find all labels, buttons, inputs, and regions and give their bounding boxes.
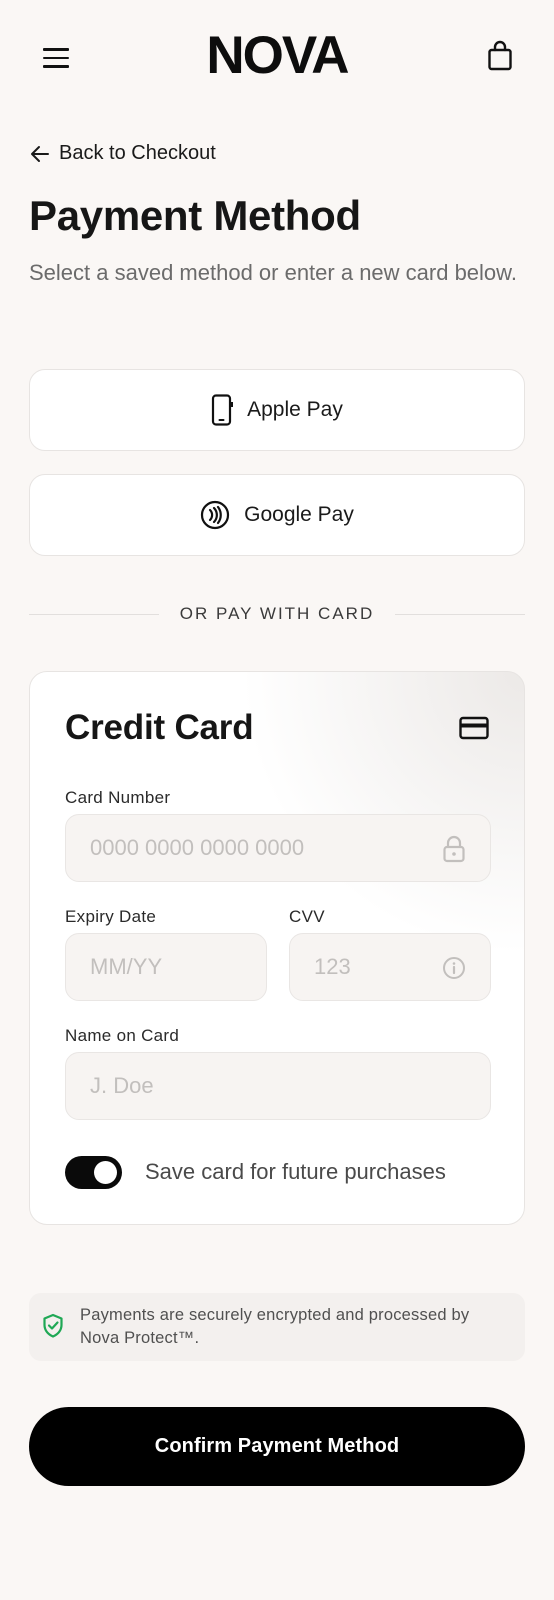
security-text: Payments are securely encrypted and proc… bbox=[80, 1306, 470, 1347]
expiry-date-input[interactable] bbox=[90, 954, 242, 980]
divider-line-right bbox=[395, 614, 525, 615]
shield-check-icon bbox=[43, 1313, 63, 1338]
save-card-label: Save card for future purchases bbox=[145, 1159, 446, 1184]
or-divider: OR PAY WITH CARD bbox=[29, 600, 525, 630]
confirm-payment-button[interactable]: Confirm Payment Method bbox=[29, 1407, 525, 1486]
cvv-field-wrapper bbox=[289, 933, 491, 1001]
page-title: Payment Method bbox=[29, 192, 361, 239]
save-card-toggle[interactable] bbox=[65, 1156, 122, 1189]
lock-icon bbox=[443, 835, 465, 863]
toggle-knob bbox=[94, 1161, 117, 1184]
card-number-field-wrapper bbox=[65, 814, 491, 882]
contactless-icon bbox=[200, 500, 230, 530]
brand-logo[interactable]: NOVA bbox=[0, 26, 554, 86]
apple-pay-button[interactable]: Apple Pay bbox=[29, 369, 525, 451]
cart-button[interactable] bbox=[486, 40, 514, 72]
credit-card-icon bbox=[459, 716, 489, 740]
name-on-card-label: Name on Card bbox=[65, 1026, 180, 1045]
name-field-wrapper bbox=[65, 1052, 491, 1120]
info-icon[interactable] bbox=[442, 956, 466, 980]
shopping-bag-icon bbox=[488, 40, 512, 71]
back-to-checkout-link[interactable]: Back to Checkout bbox=[29, 142, 216, 165]
cvv-label: CVV bbox=[289, 907, 325, 926]
name-on-card-input[interactable] bbox=[90, 1073, 466, 1099]
payment-page: NOVA Back to Checkout Payment Method Sel… bbox=[0, 0, 554, 1600]
google-pay-button[interactable]: Google Pay bbox=[29, 474, 525, 556]
phone-icon bbox=[211, 394, 234, 426]
google-pay-label: Google Pay bbox=[244, 503, 354, 526]
back-link-label: Back to Checkout bbox=[59, 142, 216, 164]
header: NOVA bbox=[0, 0, 554, 115]
credit-card-form: Credit Card Card Number Expiry Date CVV bbox=[29, 671, 525, 1225]
page-subtitle: Select a saved method or enter a new car… bbox=[29, 260, 517, 285]
card-number-input[interactable] bbox=[90, 835, 466, 861]
apple-pay-label: Apple Pay bbox=[247, 398, 343, 421]
expiry-date-label: Expiry Date bbox=[65, 907, 157, 926]
arrow-left-icon bbox=[31, 145, 49, 162]
security-notice: Payments are securely encrypted and proc… bbox=[29, 1293, 525, 1361]
card-form-title: Credit Card bbox=[65, 708, 254, 747]
card-number-label: Card Number bbox=[65, 788, 171, 807]
expiry-field-wrapper bbox=[65, 933, 267, 1001]
confirm-button-label: Confirm Payment Method bbox=[154, 1435, 400, 1457]
